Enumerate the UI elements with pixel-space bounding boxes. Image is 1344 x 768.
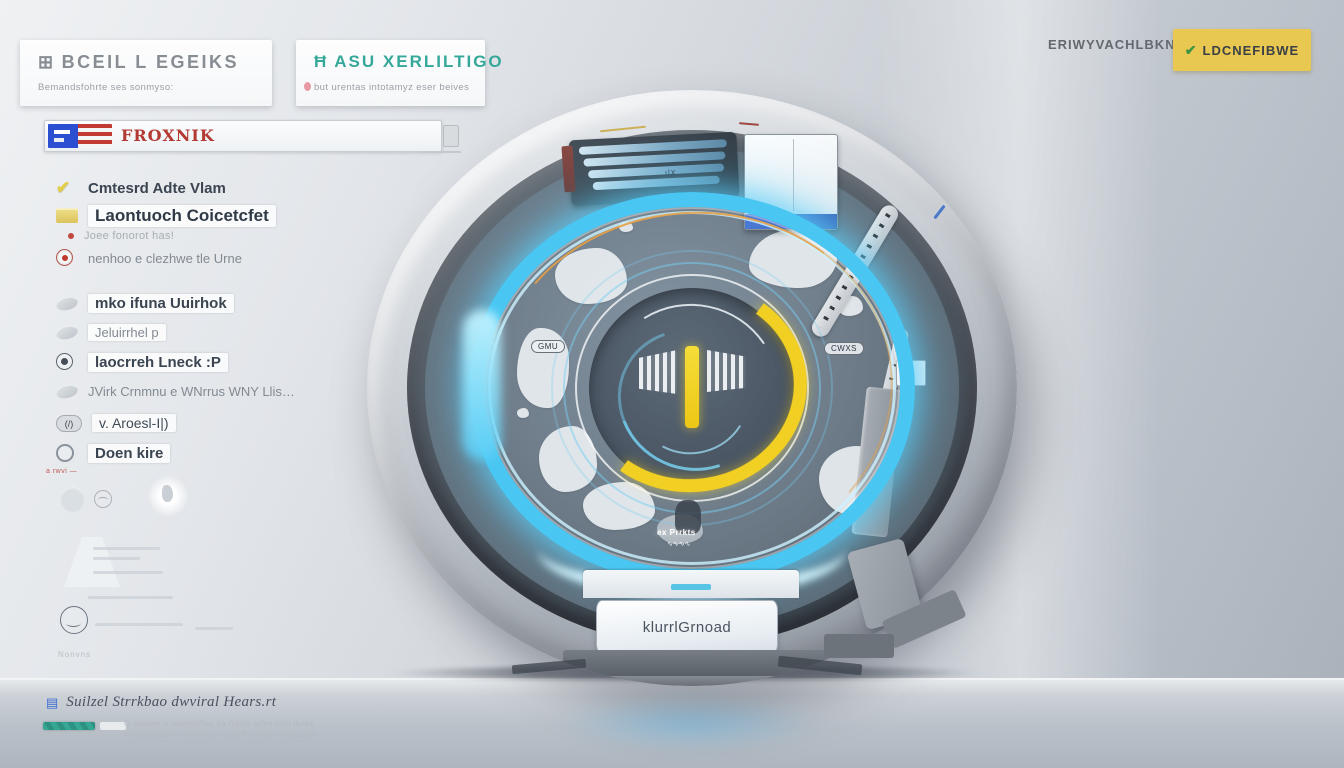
sidebar-subtext: Joee fonorot has!: [84, 230, 174, 242]
base-cap: [583, 570, 799, 598]
pedestal-base: [527, 676, 877, 686]
header-card-group: ⊞ BCEIL L EGEIKS Bemandsfohrte ses sonmys…: [20, 40, 485, 106]
sidebar-item-label: Doen kire: [88, 444, 170, 463]
support-bracket-foot: [824, 634, 894, 658]
sidebar-item-6[interactable]: laocrreh Lneck :P: [56, 350, 228, 374]
sidebar-item-label: Laontuoch Coicetcfet: [88, 205, 276, 227]
bottom-tiny-label: ex Prrkts: [657, 528, 696, 537]
trapezoid-shape: [64, 537, 120, 587]
document-icon: ▤: [46, 695, 58, 711]
footer-title: Suilzel Strrkbao dwviral Hears.rt: [66, 694, 276, 711]
sidebar-item-label: Cmtesrd Adte Vlam: [88, 180, 226, 197]
red-bullet-icon: [68, 233, 74, 239]
panel-divider: [793, 139, 794, 211]
bezel-tiny-mark: ı|X: [665, 170, 676, 177]
bottom-tiny-glyphs: ∿∿∿∿: [667, 540, 690, 548]
core-power-bar: [685, 346, 699, 428]
left-tag-pill: GMU: [531, 340, 565, 353]
flag-logo-icon: [48, 124, 112, 148]
oval-icon: [56, 381, 78, 401]
faded-scribble-icon: [94, 490, 112, 508]
footer-note-line1: O stanxer a rawerteflaa ba Gettis tofes …: [124, 718, 359, 729]
nameplate: klurrlGrnoad: [596, 600, 778, 654]
oval-icon: [56, 322, 78, 342]
card-divider-dot: [304, 82, 311, 91]
sidebar-item-2[interactable]: Laontuoch Coicetcfet: [56, 204, 276, 228]
footer-notes: O stanxer a rawerteflaa ba Gettis tofes …: [124, 718, 359, 740]
confirm-button[interactable]: ✔ LDCNEFIBWE: [1173, 29, 1311, 71]
card1-title: ⊞ BCEIL L EGEIKS: [38, 52, 239, 73]
sidebar-item-3[interactable]: nenhoo e clezhwe tle Urne: [56, 246, 242, 270]
sidebar-item-7[interactable]: JVirk Crnmnu e WNrrus WNY Llis…: [56, 379, 295, 403]
footer-note-line2: writocaritdoirre rweavwy eoatt Tnovwoirt…: [124, 729, 359, 740]
grid-icon: ⊞: [38, 52, 56, 73]
slash-badge-icon: (/): [56, 415, 82, 432]
sidebar-item-5[interactable]: Jeluirrhel p: [56, 320, 166, 344]
check-icon: ✔: [1185, 42, 1197, 59]
faint-line: [93, 547, 160, 550]
faint-caption: Nonvns: [58, 650, 91, 659]
faint-line: [93, 571, 163, 574]
building-icon: Ħ: [314, 52, 328, 72]
faint-line: [195, 627, 233, 630]
sidebar-item-label: mko ifuna Uuirhok: [88, 294, 234, 313]
sidebar-subitem: Joee fonorot has!: [68, 230, 174, 242]
faint-line: [93, 557, 140, 560]
search-bar[interactable]: FROXNIK: [44, 120, 442, 152]
right-tag-pill: CWXS: [824, 342, 864, 355]
check-icon: ✔: [56, 178, 78, 198]
tiny-red-note: a rwvi —: [46, 468, 77, 475]
flag-stripes: [78, 124, 112, 148]
faded-circle-icon: [60, 487, 85, 512]
sidebar-item-label: nenhoo e clezhwe tle Urne: [88, 251, 242, 266]
target-icon: [56, 352, 78, 372]
search-handle[interactable]: [443, 125, 459, 147]
progress-bar: [43, 722, 95, 730]
screen-bar: [593, 176, 721, 191]
card2-subtitle: but urentas intotamyz eser beives: [314, 82, 469, 93]
progress-bar-secondary: [100, 722, 126, 730]
card1-title-text: BCEIL L EGEIKS: [62, 52, 239, 72]
sidebar-item-1[interactable]: ✔ Cmtesrd Adte Vlam: [56, 176, 226, 200]
card2-title: Ħ ASU XERLILTIGO: [314, 52, 504, 72]
faded-glow-icon: [148, 476, 188, 516]
search-underline: [421, 151, 461, 153]
base-cap-slot: [671, 584, 711, 590]
sidebar-item-4[interactable]: mko ifuna Uuirhok: [56, 291, 234, 315]
logo-wordmark: FROXNIK: [121, 126, 215, 145]
sidebar-item-label: laocrreh Lneck :P: [88, 353, 228, 372]
header-card-settings[interactable]: ⊞ BCEIL L EGEIKS Bemandsfohrte ses sonmys…: [20, 40, 272, 106]
sidebar-item-8[interactable]: (/) v. Aroesl-I|): [56, 411, 176, 435]
sketch-face-icon: [60, 606, 88, 634]
oval-icon: [56, 293, 78, 313]
radio-circle-icon: [56, 443, 78, 463]
faint-line: [95, 623, 183, 626]
footer-title-row: ▤ Suilzel Strrkbao dwviral Hears.rt: [46, 694, 276, 711]
top-right-label: ERIWYVACHLBKNC: [1048, 37, 1186, 52]
sidebar-item-label: Jeluirrhel p: [88, 324, 166, 341]
ring-device: ı|X GMU CWXS ex Prrkts ∿∿∿∿ klurrlGrnoad: [367, 90, 1017, 686]
card1-subtitle: Bemandsfohrte ses sonmyso:: [38, 82, 174, 93]
sidebar-item-label: JVirk Crnmnu e WNrrus WNY Llis…: [88, 384, 295, 399]
sidebar-item-9[interactable]: Doen kire: [56, 441, 170, 465]
faint-line: [88, 596, 173, 599]
device-glow-reflection: [515, 686, 865, 760]
confirm-button-label: LDCNEFIBWE: [1203, 43, 1300, 58]
card2-title-text: ASU XERLILTIGO: [334, 52, 503, 71]
folder-icon: [56, 206, 78, 226]
record-icon: [56, 248, 78, 268]
flag-blue-field: [48, 124, 78, 148]
core-glyph-right: [707, 350, 747, 392]
header-card-utilities[interactable]: ĦASU XERLILTIGO but urentas intotamyz es…: [296, 40, 485, 106]
sidebar-item-label: v. Aroesl-I|): [92, 414, 176, 432]
